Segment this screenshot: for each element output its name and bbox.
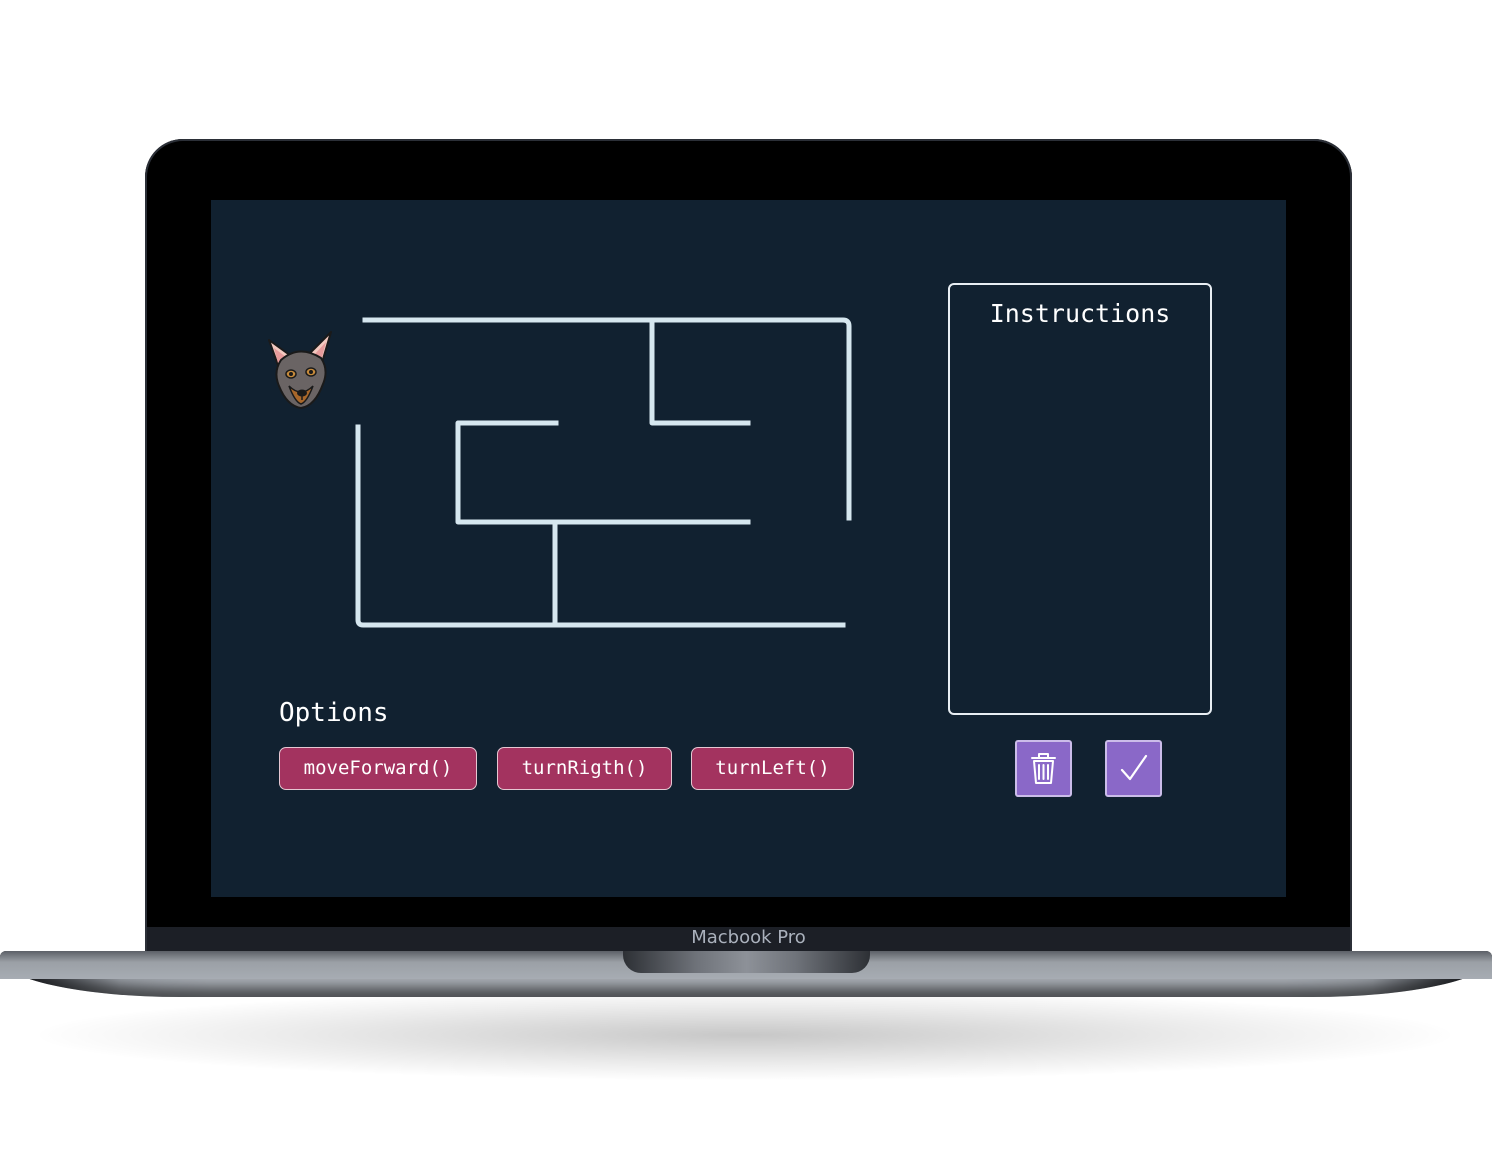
trash-icon (1031, 753, 1056, 784)
game-screen: Options moveForward() turnRigth() turnLe… (211, 200, 1286, 897)
move-forward-button[interactable]: moveForward() (279, 747, 477, 790)
laptop-notch (623, 951, 870, 973)
maze-wall (362, 317, 852, 521)
options-title: Options (279, 698, 389, 728)
instructions-title: Instructions (989, 299, 1171, 328)
laptop-shadow (40, 990, 1450, 1080)
dog-head-icon (265, 330, 335, 410)
maze-wall (649, 318, 751, 426)
turn-right-button[interactable]: turnRigth() (497, 747, 672, 790)
turn-left-button[interactable]: turnLeft() (691, 747, 854, 790)
check-icon (1120, 754, 1148, 781)
maze-wall (455, 420, 751, 525)
confirm-button[interactable] (1105, 740, 1162, 797)
delete-button[interactable] (1015, 740, 1072, 797)
instructions-panel[interactable]: Instructions (948, 283, 1212, 715)
device-brand-label: Macbook Pro (691, 927, 806, 948)
maze-wall (355, 424, 846, 628)
